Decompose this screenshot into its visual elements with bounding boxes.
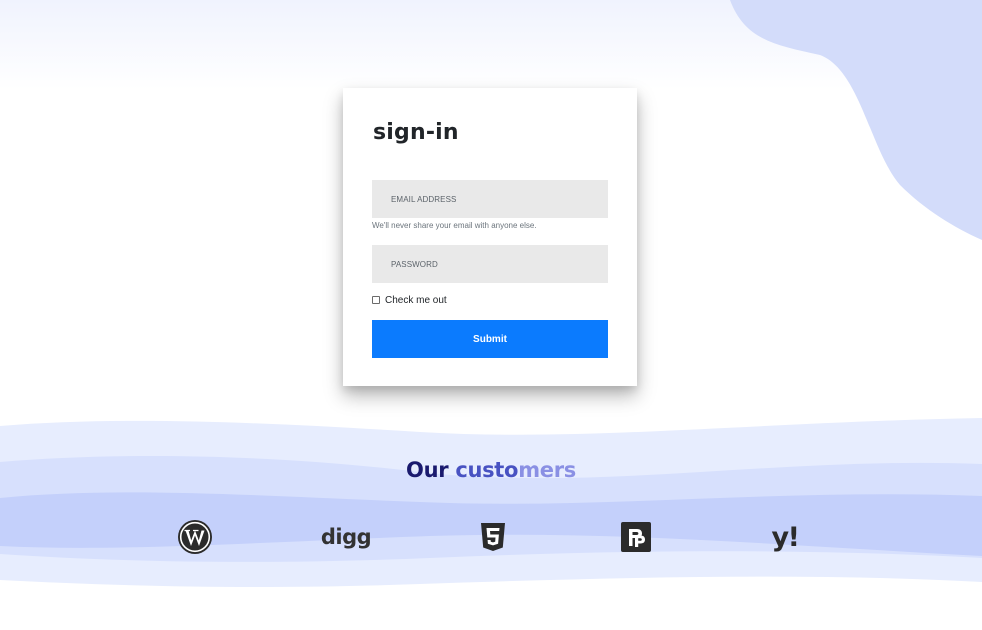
signin-title: sign-in [373,120,459,145]
page: sign-in We'll never share your email wit… [0,0,982,630]
remember-checkbox[interactable] [372,296,380,304]
digg-logo: digg [320,519,372,555]
html5-icon [481,523,505,551]
html5-logo [477,519,509,555]
customers-title-part3: mers [518,458,576,482]
signin-card: sign-in We'll never share your email wit… [343,88,637,386]
wordpress-icon [178,520,212,554]
remember-row: Check me out [372,293,447,307]
customers-title-part2: custo [455,458,519,482]
customers-title: Our customers [0,455,982,485]
wordpress-logo [177,519,213,555]
decorative-waves [0,418,982,587]
digg-icon: digg [320,524,372,549]
pp-icon [621,522,651,552]
submit-button[interactable]: Submit [372,320,608,358]
customers-title-part1: Our [406,458,456,482]
yahoo-icon: y! [771,521,800,553]
email-field[interactable] [372,180,608,218]
remember-label[interactable]: Check me out [385,295,447,306]
email-help-text: We'll never share your email with anyone… [372,221,537,230]
yahoo-logo: y! [764,519,806,555]
pp-logo [619,519,653,555]
password-field[interactable] [372,245,608,283]
